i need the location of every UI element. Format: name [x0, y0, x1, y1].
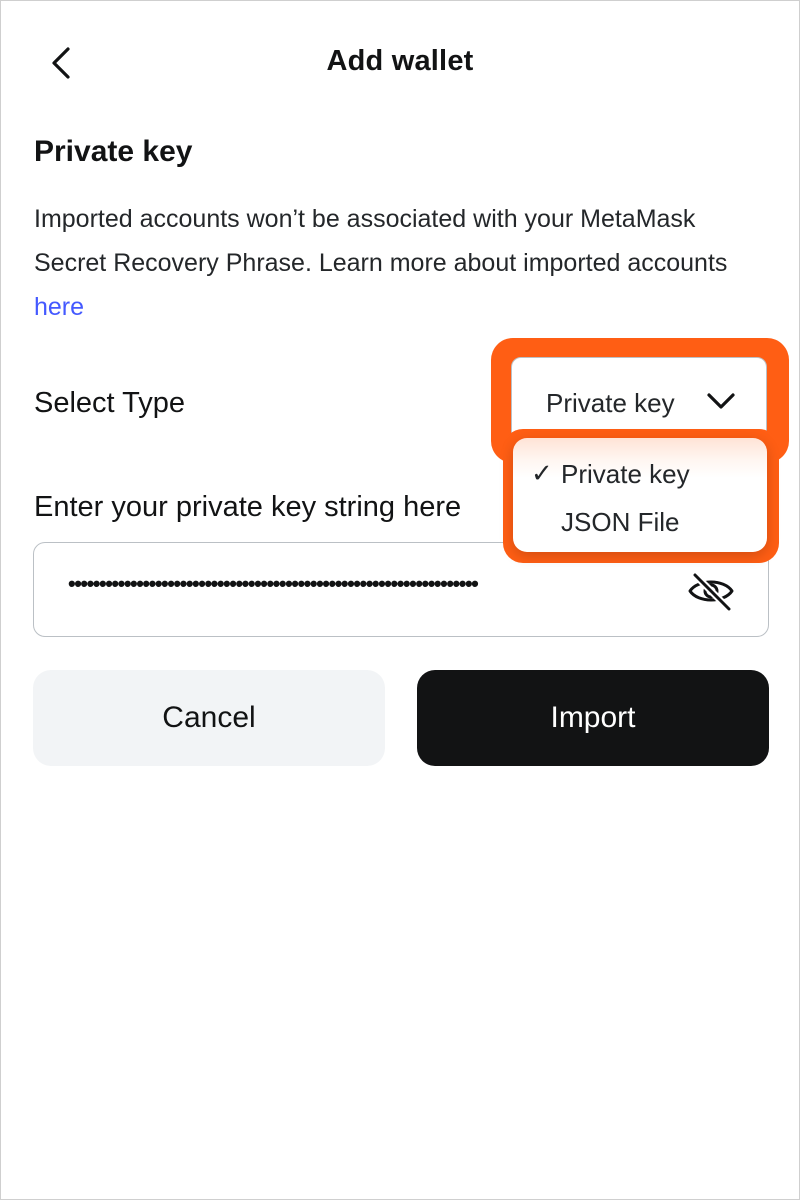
- eye-slash-icon[interactable]: [686, 571, 736, 613]
- menu-option-private-key[interactable]: ✓ Private key: [513, 450, 767, 496]
- menu-option-label: Private key: [561, 459, 690, 489]
- menu-option-label: JSON File: [561, 507, 680, 537]
- menu-option-json-file[interactable]: JSON File: [513, 498, 767, 544]
- select-type-menu: ✓ Private key JSON File: [513, 438, 767, 552]
- private-key-label: Enter your private key string here: [34, 491, 462, 523]
- chevron-down-icon: [707, 393, 735, 409]
- page-title: Add wallet: [326, 45, 474, 77]
- add-wallet-screen: Add wallet Private key Imported accounts…: [0, 0, 800, 1200]
- header: Add wallet: [1, 31, 799, 101]
- description: Imported accounts won’t be associated wi…: [34, 197, 754, 329]
- cancel-button[interactable]: Cancel: [33, 670, 385, 766]
- learn-more-link[interactable]: here: [34, 293, 84, 321]
- select-type-label: Select Type: [34, 387, 186, 419]
- masked-private-key: ••••••••••••••••••••••••••••••••••••••••…: [68, 571, 479, 596]
- import-button[interactable]: Import: [417, 670, 769, 766]
- checkmark-icon: ✓: [531, 458, 553, 488]
- description-text: Imported accounts won’t be associated wi…: [34, 205, 728, 277]
- section-title: Private key: [34, 135, 193, 168]
- selected-type-value: Private key: [546, 387, 675, 418]
